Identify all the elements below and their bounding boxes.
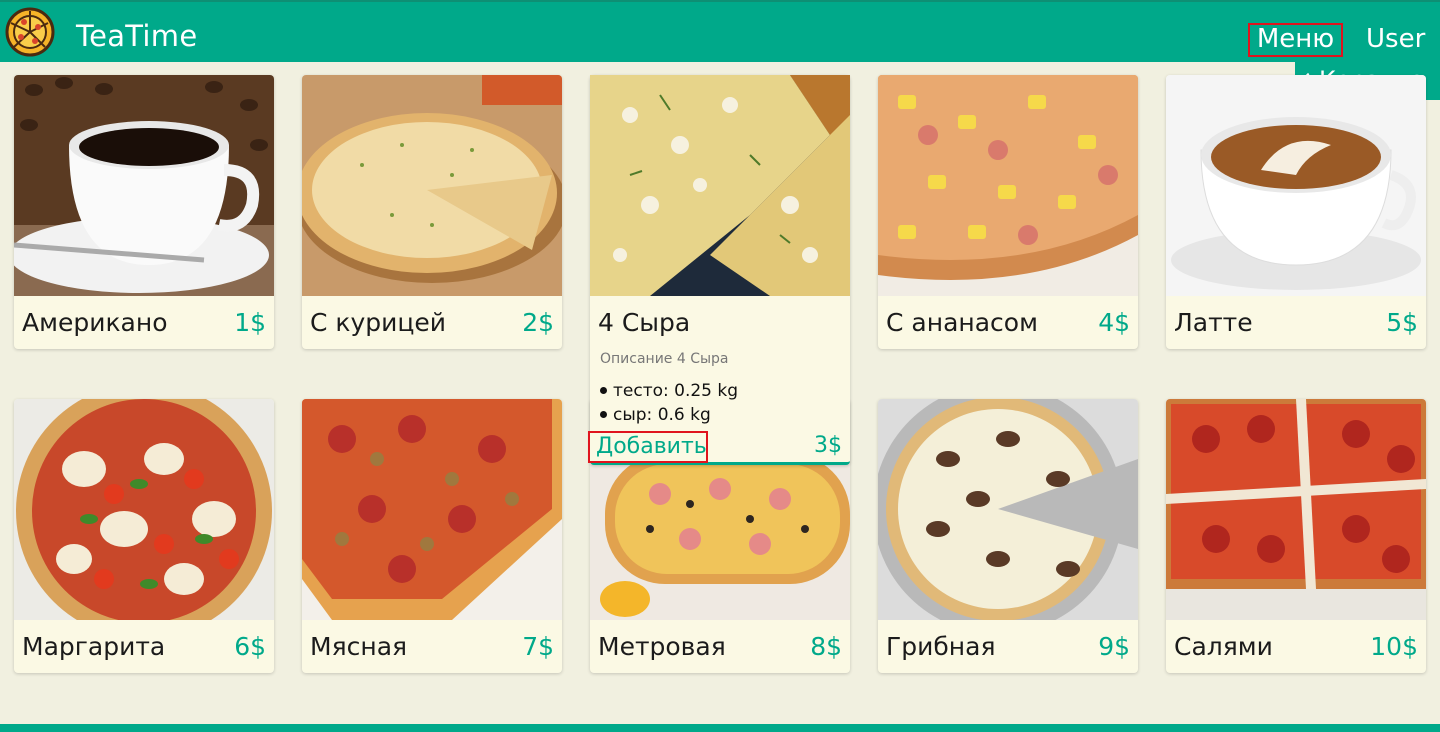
product-name: Салями bbox=[1174, 632, 1273, 661]
product-name: Латте bbox=[1174, 308, 1253, 337]
product-price: 4$ bbox=[1098, 308, 1130, 337]
nav-menu-link[interactable]: Меню bbox=[1248, 23, 1343, 57]
mushroom-pizza-image bbox=[878, 399, 1138, 634]
ingredient-item: сыр: 0.6 kg bbox=[600, 405, 711, 425]
product-price: 10$ bbox=[1370, 632, 1418, 661]
product-name: С ананасом bbox=[886, 308, 1038, 337]
product-card-mushroom[interactable]: Грибная 9$ bbox=[878, 399, 1138, 673]
product-price: 5$ bbox=[1386, 308, 1418, 337]
product-price: 7$ bbox=[522, 632, 554, 661]
product-price: 8$ bbox=[810, 632, 842, 661]
product-name: 4 Сыра bbox=[598, 308, 691, 337]
product-card-margherita[interactable]: Маргарита 6$ bbox=[14, 399, 274, 673]
product-card-latte[interactable]: Латте 5$ bbox=[1166, 75, 1426, 349]
product-card-four-cheese[interactable]: 4 Сыра Описание 4 Сыра тесто: 0.25 kg сы… bbox=[588, 75, 850, 465]
latte-image bbox=[1166, 75, 1426, 296]
product-card-salami[interactable]: Салями 10$ bbox=[1166, 399, 1426, 673]
product-name: Мясная bbox=[310, 632, 408, 661]
chicken-pizza-image bbox=[302, 75, 562, 296]
product-price: 6$ bbox=[234, 632, 266, 661]
coffee-cup-image bbox=[14, 75, 274, 296]
add-to-cart-button[interactable]: Добавить bbox=[588, 431, 708, 463]
product-name: Американо bbox=[22, 308, 168, 337]
ingredient-item: тесто: 0.25 kg bbox=[600, 381, 738, 401]
product-price: 2$ bbox=[522, 308, 554, 337]
meat-pizza-image bbox=[302, 399, 562, 620]
product-price: 1$ bbox=[234, 308, 266, 337]
product-name: Грибная bbox=[886, 632, 996, 661]
pizza-logo-icon[interactable] bbox=[5, 7, 55, 57]
product-price: 3$ bbox=[814, 433, 842, 458]
nav-user-link[interactable]: User bbox=[1366, 24, 1425, 54]
top-bar: TeaTime Меню User bbox=[0, 0, 1440, 62]
pineapple-pizza-image bbox=[878, 75, 1138, 296]
product-card-americano[interactable]: Американо 1$ bbox=[14, 75, 274, 349]
product-name: С курицей bbox=[310, 308, 447, 337]
product-card-pineapple[interactable]: С ананасом 4$ bbox=[878, 75, 1138, 349]
margherita-pizza-image bbox=[14, 399, 274, 639]
product-description: Описание 4 Сыра bbox=[600, 351, 729, 367]
product-price: 9$ bbox=[1098, 632, 1130, 661]
product-name: Метровая bbox=[598, 632, 726, 661]
product-card-chicken[interactable]: С курицей 2$ bbox=[302, 75, 562, 349]
four-cheese-pizza-image bbox=[590, 75, 850, 296]
product-name: Маргарита bbox=[22, 632, 166, 661]
salami-pizza-image bbox=[1166, 399, 1426, 620]
brand-title[interactable]: TeaTime bbox=[76, 19, 197, 53]
product-card-meat[interactable]: Мясная 7$ bbox=[302, 399, 562, 673]
footer-bar bbox=[0, 724, 1440, 732]
